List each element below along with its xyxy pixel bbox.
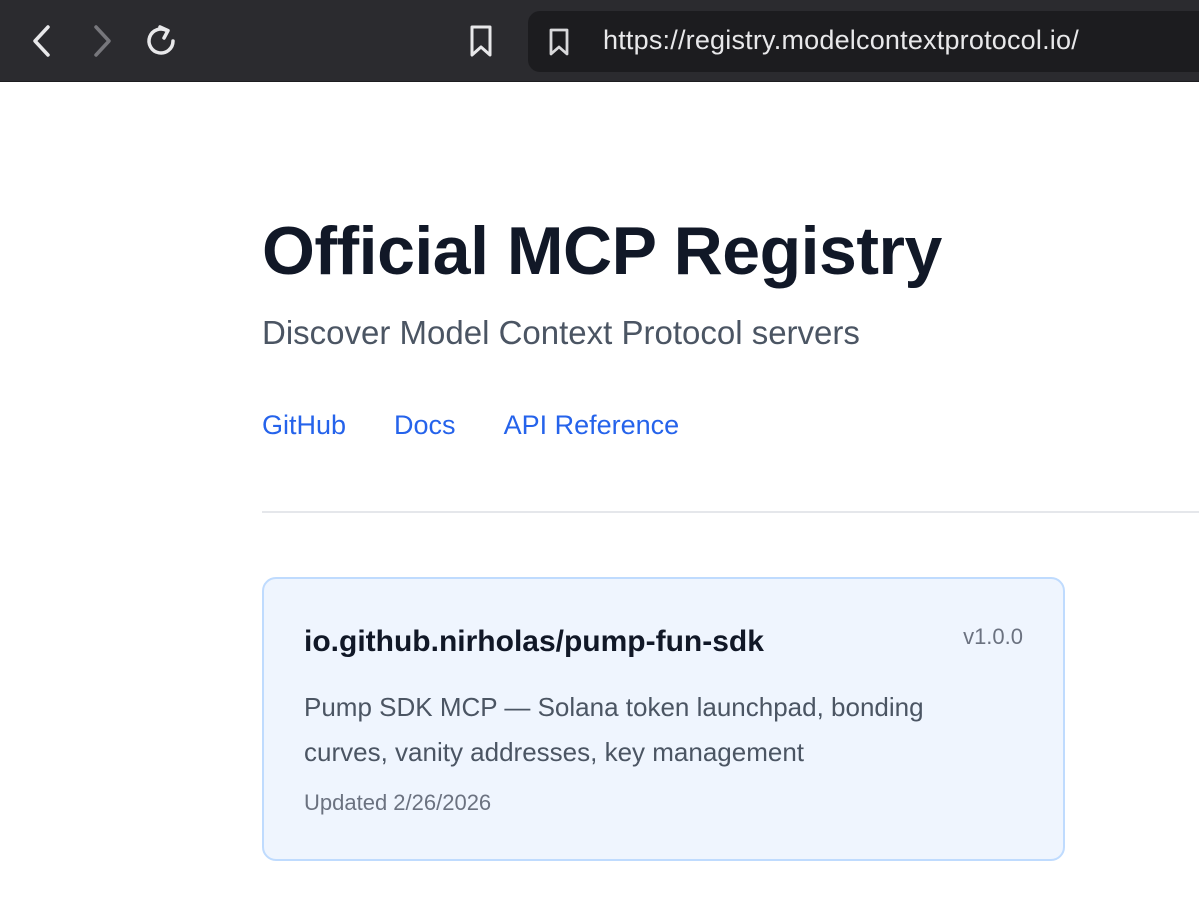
api-reference-link[interactable]: API Reference <box>504 410 680 441</box>
server-name: io.github.nirholas/pump-fun-sdk <box>304 625 764 658</box>
page-subtitle: Discover Model Context Protocol servers <box>262 314 860 351</box>
divider <box>262 511 1199 513</box>
chevron-right-icon <box>94 25 111 57</box>
github-link[interactable]: GitHub <box>262 410 346 441</box>
url-text: https://registry.modelcontextprotocol.io… <box>603 25 1079 55</box>
browser-toolbar: https://registry.modelcontextprotocol.io… <box>0 0 1199 82</box>
server-version: v1.0.0 <box>963 624 1023 649</box>
bookmark-icon[interactable] <box>546 28 572 56</box>
server-card[interactable]: io.github.nirholas/pump-fun-sdk v1.0.0 P… <box>262 577 1065 861</box>
server-description: Pump SDK MCP — Solana token launchpad, b… <box>304 692 924 767</box>
bookmarks-button[interactable] <box>461 20 501 62</box>
reload-icon <box>147 25 175 55</box>
server-updated-date: Updated 2/26/2026 <box>304 790 492 815</box>
docs-link[interactable]: Docs <box>394 410 456 441</box>
chevron-left-icon <box>33 25 50 57</box>
back-button[interactable] <box>22 20 62 62</box>
forward-button[interactable] <box>82 20 122 62</box>
page-content: Official MCP Registry Discover Model Con… <box>0 82 1199 902</box>
address-bar[interactable]: https://registry.modelcontextprotocol.io… <box>528 11 1199 72</box>
page-title: Official MCP Registry <box>262 213 942 289</box>
header-nav: GitHub Docs API Reference <box>262 410 679 441</box>
bookmark-icon <box>470 25 492 57</box>
reload-button[interactable] <box>141 20 181 62</box>
